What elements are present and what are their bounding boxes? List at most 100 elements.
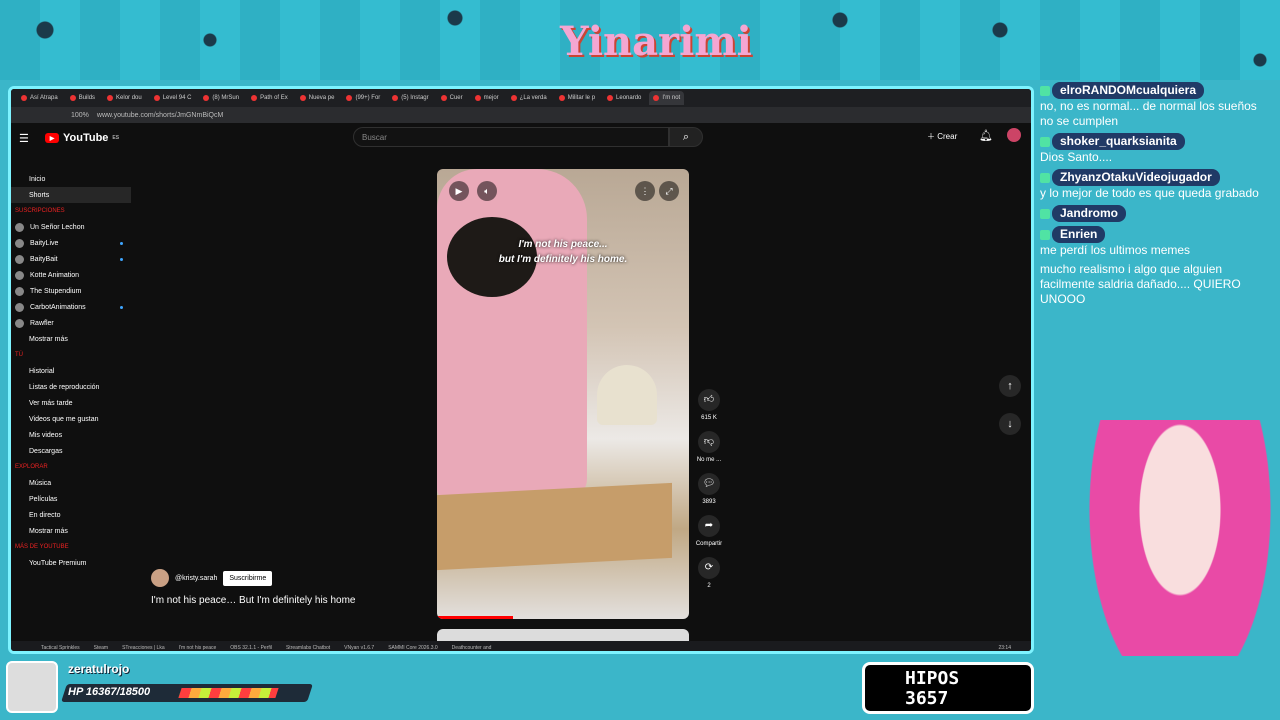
tab-strip: Así Atrapa Builds Kelor dou Level 94 C (8) M…: [11, 89, 1031, 107]
taskbar-app[interactable]: OBS 32.1.1 - Perfil: [230, 645, 272, 651]
browser-tab[interactable]: (5) Instagr: [388, 91, 432, 105]
taskbar-app[interactable]: Steam: [94, 645, 108, 651]
comment-icon: 💬︎: [698, 473, 720, 495]
url-text[interactable]: www.youtube.com/shorts/JmGNmBiQcM: [97, 112, 223, 119]
subscription-channel[interactable]: Rawfler: [11, 315, 131, 331]
next-short-arrow-icon[interactable]: ↓: [999, 413, 1021, 435]
short-video-player[interactable]: I'm not his peace... but I'm definitely …: [437, 169, 689, 619]
subscribe-button[interactable]: Suscribirme: [223, 570, 273, 586]
chat-username: Enrien: [1052, 226, 1106, 243]
browser-tab[interactable]: Kelor dou: [103, 91, 146, 105]
hamburger-menu-icon[interactable]: ☰: [19, 132, 29, 145]
windows-taskbar: Tactical Sprinkles Steam STreacciones | Lk…: [11, 641, 1031, 651]
channel-handle[interactable]: @kristy.sarah: [175, 575, 217, 582]
sidebar-item[interactable]: Inicio: [11, 171, 131, 187]
thumbs-down-icon: 👎︎: [698, 431, 720, 453]
sidebar-section-header: MÁS DE YOUTUBE: [15, 544, 69, 550]
chat-username: Jandromo: [1052, 205, 1127, 222]
channel-avatar: [15, 270, 24, 280]
subscription-channel[interactable]: BaityLive: [11, 235, 131, 251]
show-more-button[interactable]: Mostrar más: [11, 331, 131, 347]
chat-message: Jandromo: [1036, 203, 1276, 224]
taskbar-app[interactable]: STreacciones | Lka: [122, 645, 165, 651]
chat-username: shoker_quarksianita: [1052, 133, 1185, 150]
fullscreen-icon[interactable]: ⤢: [659, 181, 679, 201]
taskbar-app[interactable]: VNyan v1.6.7: [344, 645, 374, 651]
browser-tab[interactable]: Militar le p: [555, 91, 599, 105]
sidebar-item[interactable]: YouTube Premium: [11, 555, 131, 571]
like-button[interactable]: 👍︎ 615 K: [691, 389, 727, 421]
dislike-button[interactable]: 👎︎ No me ...: [691, 431, 727, 463]
tab-favicon-icon: [153, 95, 160, 101]
sidebar-item[interactable]: Música: [11, 475, 131, 491]
share-icon: ➦: [698, 515, 720, 537]
video-progress-bar[interactable]: [437, 616, 513, 619]
browser-tab[interactable]: Level 94 C: [150, 91, 196, 105]
browser-tab[interactable]: Cuer: [437, 91, 467, 105]
taskbar-app[interactable]: Deathcounter and: [452, 645, 492, 651]
subscription-channel[interactable]: CarbotAnimations: [11, 299, 131, 315]
browser-tab[interactable]: (99+) For: [342, 91, 384, 105]
subscription-channel[interactable]: BaityBait: [11, 251, 131, 267]
hiccup-counter-value: 3657: [905, 688, 949, 709]
youtube-logo[interactable]: ▶ YouTube ES: [45, 132, 119, 144]
sidebar-section-header: SUSCRIPCIONES: [15, 208, 65, 214]
subscription-channel[interactable]: Kotte Animation: [11, 267, 131, 283]
sidebar-item[interactable]: Videos que me gustan: [11, 411, 131, 427]
sidebar-item[interactable]: Mis videos: [11, 427, 131, 443]
account-avatar[interactable]: [1007, 128, 1021, 142]
browser-tab[interactable]: (8) MrSun: [199, 91, 243, 105]
browser-tab[interactable]: Leonardo: [603, 91, 645, 105]
share-button[interactable]: ➦ Compartir: [691, 515, 727, 547]
tab-favicon-icon: [346, 95, 353, 101]
taskbar-app[interactable]: Streamlabs Chatbot: [286, 645, 330, 651]
play-icon[interactable]: ▶: [449, 181, 469, 201]
sidebar-item[interactable]: Mostrar más: [11, 523, 131, 539]
previous-short-arrow-icon[interactable]: ↑: [999, 375, 1021, 397]
browser-tab[interactable]: I'm not: [649, 91, 685, 105]
browser-tab[interactable]: Path of Ex: [247, 91, 292, 105]
short-channel-info: @kristy.sarah Suscribirme: [151, 569, 273, 587]
zoom-level: 100%: [71, 111, 89, 119]
sidebar-item[interactable]: Historial: [11, 363, 131, 379]
create-button[interactable]: ＋ Crear: [927, 131, 957, 142]
sidebar-item[interactable]: Listas de reproducción: [11, 379, 131, 395]
youtube-play-icon: ▶: [45, 133, 59, 143]
chat-message: mucho realismo i algo que alguien facilm…: [1036, 260, 1276, 309]
tab-favicon-icon: [653, 95, 660, 101]
address-bar[interactable]: 100% www.youtube.com/shorts/JmGNmBiQcM: [11, 107, 1031, 123]
next-short-preview[interactable]: [437, 629, 689, 641]
sidebar-item[interactable]: En directo: [11, 507, 131, 523]
search-input[interactable]: Buscar: [353, 127, 669, 147]
taskbar-app[interactable]: SAMMI Core 2026.3.0: [388, 645, 437, 651]
sidebar-item[interactable]: Películas: [11, 491, 131, 507]
remix-button[interactable]: ⟳ 2: [691, 557, 727, 589]
browser-tab[interactable]: mejor: [471, 91, 503, 105]
channel-avatar: [15, 254, 24, 264]
remix-icon: ⟳: [698, 557, 720, 579]
tab-favicon-icon: [299, 95, 306, 101]
search-icon[interactable]: ⌕: [669, 127, 703, 147]
subscription-channel[interactable]: The Stupendium: [11, 283, 131, 299]
hiccup-counter: HIPOS 3657: [862, 662, 1034, 714]
channel-avatar[interactable]: [151, 569, 169, 587]
subscription-channel[interactable]: Un Señor Lechon: [11, 219, 131, 235]
tab-favicon-icon: [607, 95, 614, 101]
tab-favicon-icon: [474, 95, 481, 101]
sidebar-item[interactable]: Descargas: [11, 443, 131, 459]
sidebar-item[interactable]: Shorts: [11, 187, 131, 203]
browser-tab[interactable]: Builds: [66, 91, 99, 105]
browser-tab[interactable]: ¿La verda: [507, 91, 551, 105]
browser-tab[interactable]: Así Atrapa: [17, 91, 62, 105]
more-options-icon[interactable]: ⋮: [635, 181, 655, 201]
hiccup-counter-label: HIPOS: [905, 668, 960, 689]
taskbar-app[interactable]: I'm not his peace: [179, 645, 217, 651]
volume-icon[interactable]: 🔈︎: [477, 181, 497, 201]
browser-tab[interactable]: Nueva pe: [296, 91, 339, 105]
sidebar-item[interactable]: Ver más tarde: [11, 395, 131, 411]
comments-button[interactable]: 💬︎ 3893: [691, 473, 727, 505]
taskbar-app[interactable]: Tactical Sprinkles: [41, 645, 80, 651]
notifications-bell-icon[interactable]: 🔔︎: [979, 129, 993, 142]
hp-bar-fill: [178, 688, 279, 698]
chat-message: shoker_quarksianita Dios Santo....: [1036, 131, 1276, 167]
